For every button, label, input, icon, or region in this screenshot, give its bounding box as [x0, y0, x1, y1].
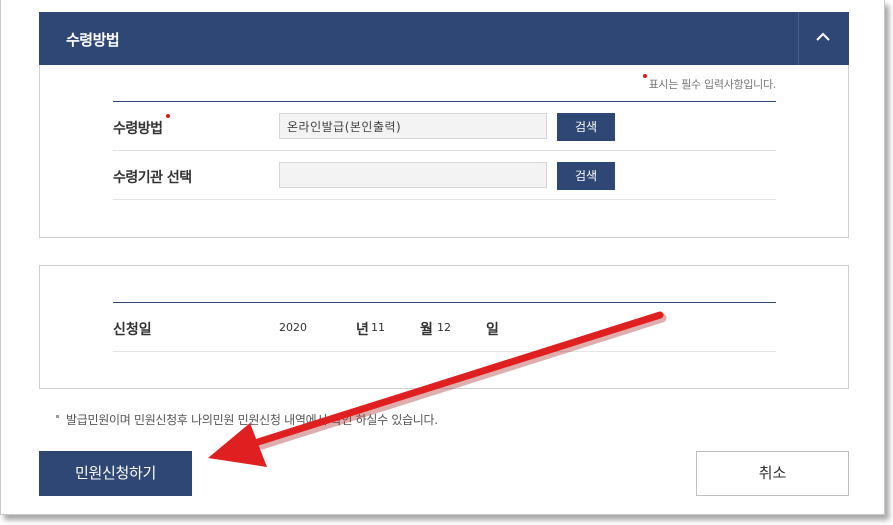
form-row-receive-agency: 수령기관 선택 검색	[113, 151, 776, 200]
receive-method-label-text: 수령방법	[113, 121, 163, 137]
required-note: 표시는 필수 입력사항입니다.	[642, 74, 777, 92]
panel-header: 수령방법	[39, 12, 849, 65]
date-table: 신청일 2020 년 11 월 12 일	[113, 302, 776, 352]
form-table: 수령방법 온라인발급(본인출력) 검색 수령기관 선택 검색	[113, 101, 776, 200]
day-unit: 일	[486, 322, 499, 338]
form-row-receive-method: 수령방법 온라인발급(본인출력) 검색	[113, 102, 776, 151]
required-dot-icon	[165, 114, 170, 118]
day-value: 12	[437, 321, 451, 334]
panel-title: 수령방법	[66, 31, 120, 49]
year-value: 2020	[279, 321, 307, 334]
required-note-text: 표시는 필수 입력사항입니다.	[648, 78, 777, 91]
year-unit: 년	[356, 322, 369, 338]
receive-agency-label: 수령기관 선택	[113, 170, 192, 186]
required-dot-icon	[642, 74, 647, 78]
cancel-button[interactable]: 취소	[696, 451, 849, 496]
submit-application-button[interactable]: 민원신청하기	[39, 451, 192, 496]
receive-agency-input[interactable]	[279, 162, 547, 188]
receive-method-search-button[interactable]: 검색	[557, 113, 615, 141]
application-date-panel: 신청일 2020 년 11 월 12 일	[39, 265, 849, 389]
date-row: 신청일 2020 년 11 월 12 일	[113, 303, 776, 352]
receive-method-input[interactable]: 온라인발급(본인출력)	[279, 113, 547, 139]
panel-body: 표시는 필수 입력사항입니다. 수령방법 온라인발급(본인출력) 검색 수령기관…	[39, 65, 849, 238]
application-date-label: 신청일	[113, 322, 152, 338]
receive-method-label: 수령방법	[113, 114, 170, 138]
month-value: 11	[371, 321, 385, 334]
month-unit: 월	[420, 322, 433, 338]
bullet-icon	[56, 415, 59, 418]
notice-text: 발급민원이며 민원신청후 나의민원 민원신청 내역에서 확인 하실수 있습니다.	[56, 411, 438, 428]
receive-agency-search-button[interactable]: 검색	[557, 162, 615, 190]
notice-text-content: 발급민원이며 민원신청후 나의민원 민원신청 내역에서 확인 하실수 있습니다.	[66, 413, 438, 427]
chevron-up-icon	[816, 32, 830, 41]
collapse-button[interactable]	[798, 12, 849, 65]
